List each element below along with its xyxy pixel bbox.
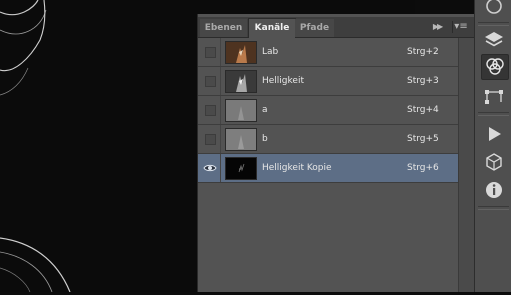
channel-name: a xyxy=(262,105,268,115)
play-icon[interactable] xyxy=(481,122,507,146)
history-icon[interactable] xyxy=(481,0,507,18)
layers-icon[interactable] xyxy=(481,28,507,52)
channel-name: Helligkeit Kopie xyxy=(262,163,332,173)
3d-icon[interactable] xyxy=(481,150,507,174)
channel-row-a[interactable]: a Strg+4 xyxy=(198,96,458,125)
dock-divider xyxy=(478,206,509,210)
channel-row-helligkeit-kopie[interactable]: Helligkeit Kopie Strg+6 xyxy=(198,154,458,183)
channel-thumbnail xyxy=(225,70,257,93)
visibility-toggle[interactable] xyxy=(205,134,216,145)
dock-divider xyxy=(478,112,509,116)
panel-dock xyxy=(474,0,511,292)
paths-icon[interactable] xyxy=(481,84,507,108)
collapse-icon[interactable]: ▶▶ xyxy=(431,21,443,33)
row-divider xyxy=(220,38,221,66)
visibility-toggle[interactable] xyxy=(205,76,216,87)
panel-scrollbar[interactable] xyxy=(458,38,474,292)
channel-thumbnail xyxy=(225,157,257,180)
channel-name: Helligkeit xyxy=(262,76,304,86)
info-icon[interactable] xyxy=(481,178,507,202)
channel-shortcut: Strg+3 xyxy=(407,76,439,86)
channels-icon[interactable] xyxy=(481,54,509,80)
channel-shortcut: Strg+2 xyxy=(407,47,439,57)
canvas-top-strip xyxy=(200,0,415,14)
row-divider xyxy=(220,125,221,153)
row-divider xyxy=(220,154,221,182)
visibility-toggle[interactable] xyxy=(205,105,216,116)
tab-pfade[interactable]: Pfade xyxy=(295,19,334,37)
channel-row-lab[interactable]: Lab Strg+2 xyxy=(198,38,458,67)
eye-icon[interactable] xyxy=(203,161,217,175)
panel-tabbar: Ebenen Kanäle Pfade ▶▶ ▾≡ xyxy=(198,17,474,38)
channel-name: b xyxy=(262,134,268,144)
channel-thumbnail xyxy=(225,128,257,151)
channel-thumbnail xyxy=(225,41,257,64)
channel-row-b[interactable]: b Strg+5 xyxy=(198,125,458,154)
canvas-edge-art xyxy=(0,0,71,293)
tab-kanaele[interactable]: Kanäle xyxy=(248,18,296,38)
channel-shortcut: Strg+6 xyxy=(407,163,439,173)
dock-divider xyxy=(478,22,509,26)
channel-shortcut: Strg+4 xyxy=(407,105,439,115)
channel-thumbnail xyxy=(225,99,257,122)
channels-panel: Ebenen Kanäle Pfade ▶▶ ▾≡ Lab Strg+2 Hel… xyxy=(197,14,474,292)
tab-ebenen[interactable]: Ebenen xyxy=(200,19,247,37)
channel-list: Lab Strg+2 Helligkeit Strg+3 a Strg+4 b … xyxy=(198,38,458,183)
channel-shortcut: Strg+5 xyxy=(407,134,439,144)
document-canvas[interactable] xyxy=(0,0,200,293)
panel-menu-icon[interactable]: ▾≡ xyxy=(452,21,469,33)
channel-name: Lab xyxy=(262,47,279,57)
channel-row-helligkeit[interactable]: Helligkeit Strg+3 xyxy=(198,67,458,96)
row-divider xyxy=(220,96,221,124)
visibility-toggle[interactable] xyxy=(205,47,216,58)
row-divider xyxy=(220,67,221,95)
